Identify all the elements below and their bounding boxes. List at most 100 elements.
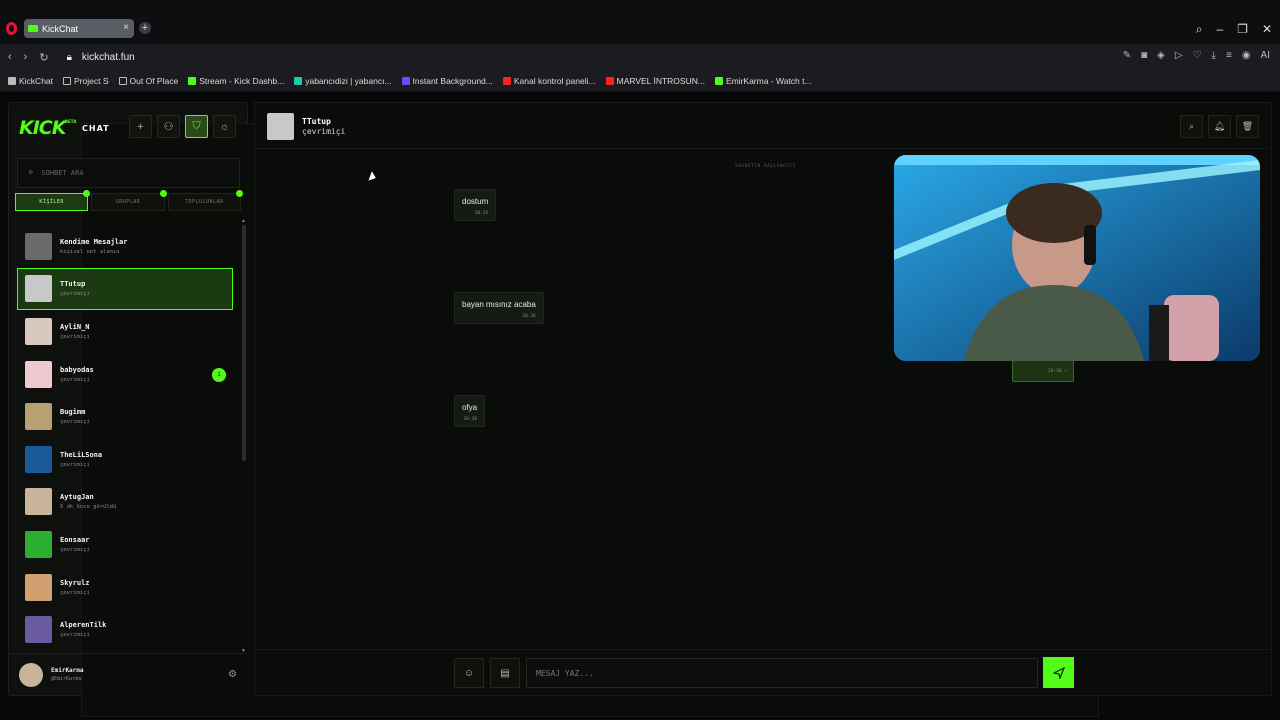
attach-file-button[interactable]: ▤ [490,658,520,688]
message-bubble[interactable]: dostum 20:35 [454,189,497,221]
contact-item[interactable]: AytugJan 6 dk önce görüldü [17,481,233,524]
folder-icon [118,76,127,85]
bookmark-item[interactable]: Instant Background... [401,76,493,86]
youtube-icon [502,76,511,85]
bookmarks-bar: KickChat Project S Out Of Place Stream -… [0,70,1280,92]
avatar [25,360,52,388]
delete-chat-button[interactable]: 🗑︎ [1236,115,1259,138]
kick-favicon-icon [714,76,723,85]
avatar[interactable] [267,113,294,140]
avatar [25,317,52,345]
message-bubble[interactable]: bayan mısınız acaba 20:36 [454,292,544,324]
bell-icon: 🔔︎ [1213,121,1226,131]
new-chat-button[interactable]: + [129,115,152,138]
plus-icon: + [137,120,144,133]
contact-item[interactable]: Skyrulz çevrimiçi [17,566,233,609]
site-favicon-icon [401,76,410,85]
contact-item[interactable]: TheLiLSona çevrimiçi [17,438,233,481]
contact-item[interactable]: Eonsaar çevrimiçi [17,523,233,566]
contact-item[interactable]: AyliN_N çevrimiçi [17,310,233,353]
edit-icon[interactable]: ✎ [1123,50,1131,61]
restore-button[interactable]: ❐ [1237,22,1248,37]
bookmark-item[interactable]: MARVEL İNTROSUN... [605,76,705,86]
bookmark-folder[interactable]: Out Of Place [118,76,178,86]
bookmark-item[interactable]: yabancıdizi | yabancı... [294,76,392,86]
tab-people[interactable]: KİŞİLER [15,190,91,211]
verified-button[interactable]: ⛉ [185,115,208,138]
bookmark-item[interactable]: Stream - Kick Dashb... [188,76,284,86]
shield-icon[interactable]: ◈ [1157,50,1165,61]
menu-icon[interactable]: ≡ [1226,50,1232,61]
browser-tab-bar: KickChat × + ⌕ – ❐ ✕ [0,0,1280,44]
message-composer: ☺ ▤ MESAJ YAZ... [255,649,1271,695]
emoji-button[interactable]: ☺ [454,658,484,688]
kickchat-app: KICK BETA CHAT + ⚇ ⛉ ☼ ⌕ SOHBET ARA KİŞİ… [0,92,1280,720]
play-icon[interactable]: ▷ [1175,50,1183,61]
current-user[interactable]: EmirKarma @EmirKarma ⚙ [9,653,247,695]
kick-favicon-icon [188,76,197,85]
reload-icon[interactable]: ↻ [39,51,48,64]
notifications-button[interactable]: 🔔︎ [1208,115,1231,138]
outgoing-message-bubble[interactable]: 20:36 ✓ [1012,360,1074,382]
minimize-button[interactable]: – [1216,22,1223,37]
download-icon[interactable]: ⤓ [1212,50,1216,61]
close-tab-icon[interactable]: × [123,22,129,33]
avatar [25,232,52,260]
contact-item[interactable]: Kendime Mesajlar kişisel not alanın [17,225,233,268]
bookmark-folder[interactable]: Project S [63,76,109,86]
search-icon: ⌕ [28,168,34,178]
kickchat-logo[interactable]: KICK BETA CHAT [19,117,1099,717]
forward-icon[interactable]: › [24,51,28,64]
message-input[interactable]: MESAJ YAZ... [526,658,1038,688]
contact-tabs: KİŞİLER GRUPLAR TOPLULUKLAR [15,190,243,211]
chat-status: çevrimiçi [302,127,346,136]
bookmark-item[interactable]: Kanal kontrol paneli... [502,76,596,86]
tab-communities[interactable]: TOPLULUKLAR [167,190,243,211]
opera-logo-icon[interactable] [6,22,17,35]
back-icon[interactable]: ‹ [8,51,12,64]
lock-icon[interactable]: 🔒︎ [67,52,72,63]
bookmark-item[interactable]: KickChat [8,76,53,86]
chat-search-input[interactable]: ⌕ SOHBET ARA [17,158,240,188]
sidebar: KICK BETA CHAT + ⚇ ⛉ ☼ ⌕ SOHBET ARA KİŞİ… [8,102,1099,717]
browser-tab[interactable]: KickChat × [24,19,134,38]
unread-badge: 1 [212,367,226,382]
notification-dot [235,190,243,197]
avatar [19,662,43,687]
url-field[interactable]: kickchat.fun [82,52,135,63]
site-favicon-icon [294,76,303,85]
new-tab-button[interactable]: + [139,22,151,34]
profile-icon[interactable]: ◉ [1242,50,1251,61]
contact-item[interactable]: Bugimm çevrimiçi [17,395,233,438]
close-window-button[interactable]: ✕ [1262,22,1272,37]
kick-favicon-icon [28,25,38,32]
scroll-up-icon[interactable]: ▲ [241,218,246,224]
heart-icon[interactable]: ♡ [1193,50,1202,61]
camera-icon[interactable]: ◙ [1141,50,1147,61]
ai-button[interactable]: AI [1261,50,1270,61]
theme-button[interactable]: ☼ [213,115,236,138]
message-bubble[interactable]: ofya 20:36 [454,395,486,427]
avatar [25,530,52,558]
contact-item[interactable]: TTutup çevrimiçi [17,267,233,311]
contact-item[interactable]: AlperenTilk çevrimiçi [17,608,233,651]
contacts-scrollbar[interactable] [242,225,246,461]
contact-item[interactable]: babyodas çevrimiçi 1 [17,353,233,396]
search-tabs-icon[interactable]: ⌕ [1196,22,1203,37]
send-button[interactable] [1043,657,1074,688]
smiley-icon: ☺ [463,667,475,679]
address-bar: ‹ › ↻ 🔒︎ kickchat.fun ✎ ◙ ◈ ▷ ♡ ⤓ ≡ ◉ AI [0,44,1280,70]
avatar [25,488,52,516]
avatar [25,445,52,473]
search-icon: ⌕ [1188,121,1195,131]
folder-icon [63,76,72,85]
add-friend-button[interactable]: ⚇ [157,115,180,138]
bookmark-icon [8,76,16,85]
tab-groups[interactable]: GRUPLAR [91,190,167,211]
webcam-overlay [894,155,1260,361]
search-messages-button[interactable]: ⌕ [1180,115,1203,138]
shield-check-icon: ⛉ [192,120,201,132]
youtube-icon [605,76,614,85]
bookmark-item[interactable]: EmirKarma - Watch t... [714,76,812,86]
gear-icon[interactable]: ⚙ [228,669,237,680]
